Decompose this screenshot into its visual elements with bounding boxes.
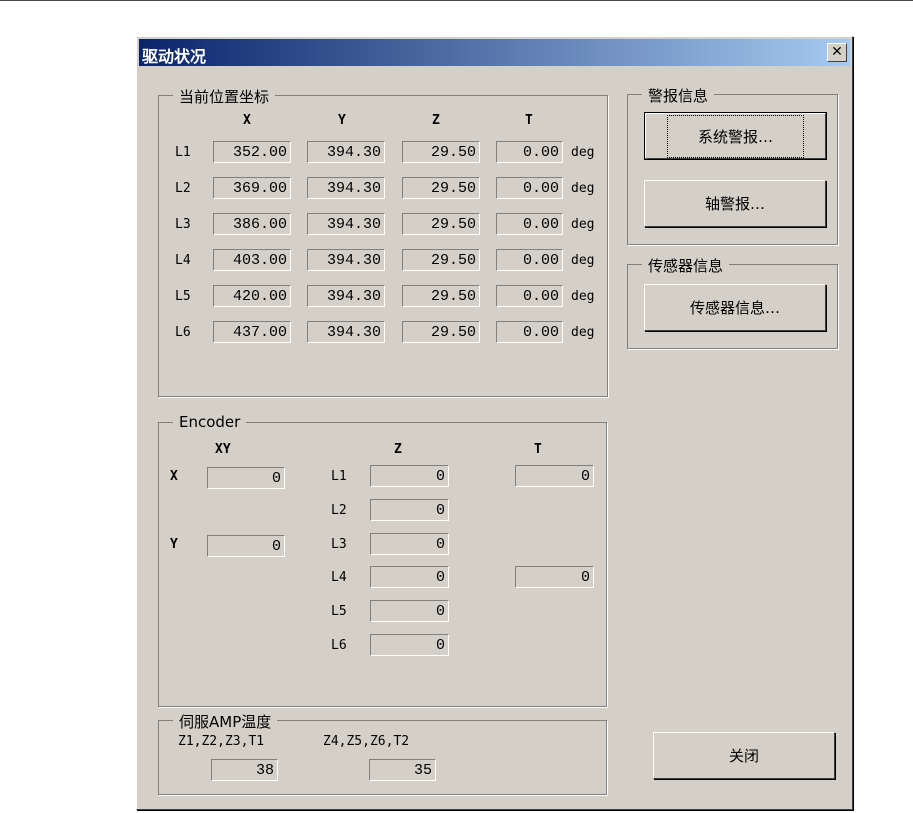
encoder-z-field[interactable]: 0: [370, 566, 449, 589]
temp-group-caption: 伺服AMP温度: [173, 711, 278, 732]
system-alarm-button[interactable]: 系统警报…: [644, 112, 827, 160]
encoder-z-field[interactable]: 0: [370, 634, 449, 656]
encoder-y-field[interactable]: 0: [207, 535, 285, 557]
row-label: L3: [175, 217, 191, 232]
encoder-z-label: L6: [331, 638, 347, 653]
column-header-y: Y: [338, 113, 346, 128]
unit-label: deg: [571, 217, 595, 232]
position-t-field[interactable]: 0.00: [496, 177, 563, 199]
position-t-field[interactable]: 0.00: [496, 321, 563, 343]
position-t-field[interactable]: 0.00: [496, 249, 563, 271]
xy-header: XY: [215, 442, 231, 457]
position-z-field[interactable]: 29.50: [402, 249, 480, 271]
system-alarm-label: 系统警报…: [666, 114, 804, 158]
top-border: [0, 0, 913, 1]
temp-group: 伺服AMP温度: [158, 711, 607, 795]
unit-label: deg: [571, 325, 595, 340]
encoder-z-label: L4: [331, 570, 347, 586]
position-z-field[interactable]: 29.50: [402, 141, 480, 163]
position-group-caption: 当前位置坐标: [173, 86, 276, 107]
position-y-field[interactable]: 394.30: [307, 321, 385, 343]
row-label: L4: [175, 253, 191, 268]
close-icon[interactable]: ✕: [827, 43, 847, 62]
position-z-field[interactable]: 29.50: [402, 213, 480, 235]
row-label: L2: [175, 181, 191, 196]
temp-label-2: Z4,Z5,Z6,T2: [323, 734, 410, 749]
title-bar[interactable]: 驱动状况 ✕: [139, 39, 850, 66]
row-label: L1: [175, 145, 191, 160]
temp-field-2[interactable]: 35: [369, 759, 436, 781]
position-z-field[interactable]: 29.50: [402, 285, 480, 307]
position-x-field[interactable]: 352.00: [213, 141, 291, 163]
encoder-x-field[interactable]: 0: [207, 467, 285, 489]
z-header: Z: [394, 442, 402, 457]
position-y-field[interactable]: 394.30: [307, 213, 385, 235]
encoder-z-field[interactable]: 0: [370, 465, 449, 487]
close-button[interactable]: 关闭: [653, 732, 835, 779]
encoder-z-label: L3: [331, 536, 347, 552]
position-t-field[interactable]: 0.00: [496, 141, 563, 163]
unit-label: deg: [571, 253, 595, 268]
encoder-x-label: X: [170, 469, 178, 484]
encoder-group-caption: Encoder: [173, 413, 247, 431]
temp-label-1: Z1,Z2,Z3,T1: [178, 734, 265, 749]
temp-field-1[interactable]: 38: [211, 759, 278, 781]
column-header-z: Z: [432, 113, 440, 128]
position-z-field[interactable]: 29.50: [402, 321, 480, 343]
row-label: L5: [175, 289, 191, 304]
t-header: T: [534, 442, 542, 457]
row-label: L6: [175, 325, 191, 340]
position-x-field[interactable]: 420.00: [213, 285, 291, 307]
encoder-z-label: L5: [331, 604, 347, 620]
position-y-field[interactable]: 394.30: [307, 285, 385, 307]
encoder-z-label: L2: [331, 502, 347, 518]
encoder-t-field[interactable]: 0: [515, 566, 594, 588]
position-t-field[interactable]: 0.00: [496, 213, 563, 235]
position-x-field[interactable]: 369.00: [213, 177, 291, 199]
position-y-field[interactable]: 394.30: [307, 141, 385, 163]
encoder-z-field[interactable]: 0: [370, 498, 449, 521]
encoder-y-label: Y: [170, 537, 178, 552]
encoder-t-field[interactable]: 0: [515, 465, 594, 487]
sensor-group-caption: 传感器信息: [642, 255, 730, 276]
position-t-field[interactable]: 0.00: [496, 285, 563, 307]
axis-alarm-button[interactable]: 轴警报…: [644, 180, 826, 227]
alarm-group-caption: 警报信息: [642, 85, 715, 106]
encoder-z-field[interactable]: 0: [370, 532, 449, 555]
position-y-field[interactable]: 394.30: [307, 249, 385, 271]
column-header-x: X: [243, 113, 251, 128]
position-x-field[interactable]: 437.00: [213, 321, 291, 343]
window-title: 驱动状况: [142, 47, 207, 66]
encoder-z-field[interactable]: 0: [370, 600, 449, 623]
position-z-field[interactable]: 29.50: [402, 177, 480, 199]
unit-label: deg: [571, 181, 595, 196]
position-y-field[interactable]: 394.30: [307, 177, 385, 199]
position-x-field[interactable]: 386.00: [213, 213, 291, 235]
encoder-z-label: L1: [331, 469, 347, 484]
position-x-field[interactable]: 403.00: [213, 249, 291, 271]
unit-label: deg: [571, 289, 595, 304]
sensor-info-button[interactable]: 传感器信息…: [644, 284, 826, 331]
unit-label: deg: [571, 145, 595, 160]
column-header-t: T: [525, 113, 533, 128]
